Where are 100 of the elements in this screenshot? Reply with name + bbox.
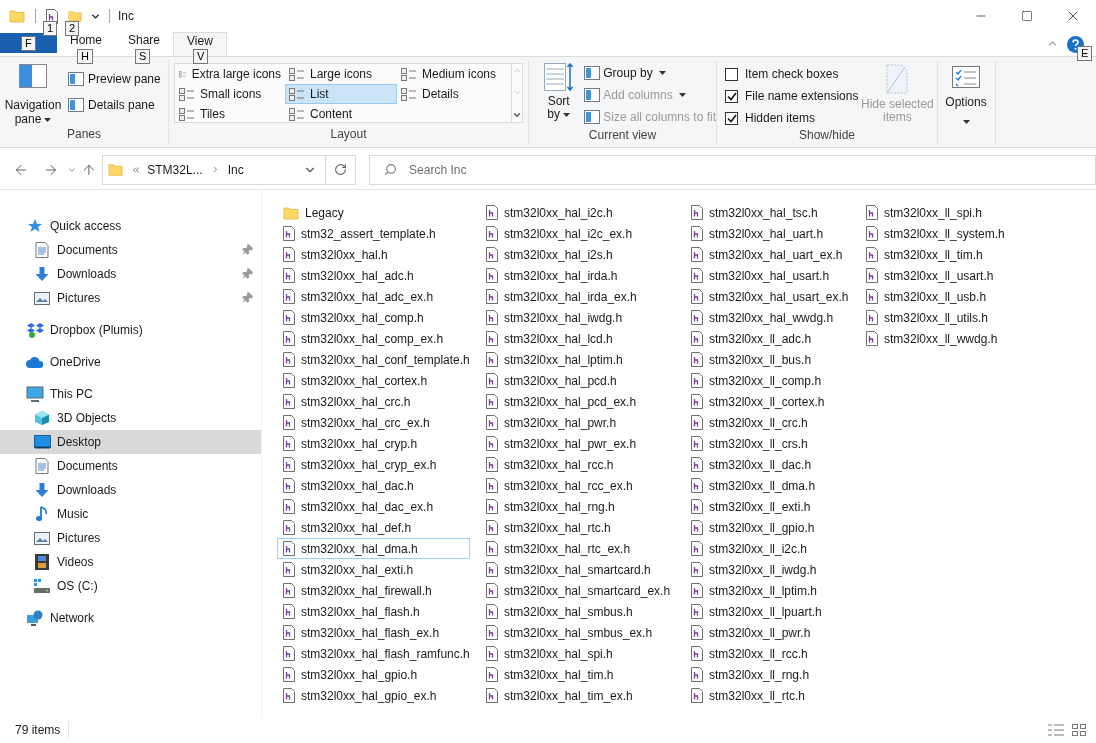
nav-item[interactable]: This PC <box>0 382 261 406</box>
search-field[interactable]: Search Inc <box>369 154 1096 185</box>
file-item[interactable]: stm32l0xx_hal_smartcard_ex.h <box>480 580 675 601</box>
file-item[interactable]: stm32l0xx_ll_lptim.h <box>685 580 850 601</box>
file-item[interactable]: stm32l0xx_ll_utils.h <box>860 307 1030 328</box>
large-icons-view-icon[interactable] <box>1072 724 1086 736</box>
checkbox[interactable] <box>725 111 738 125</box>
nav-item[interactable]: Pictures <box>0 526 261 550</box>
file-item[interactable]: stm32l0xx_ll_spi.h <box>860 202 1030 223</box>
file-item[interactable]: stm32l0xx_ll_exti.h <box>685 496 850 517</box>
breadcrumb[interactable]: STM32L... <box>147 160 203 179</box>
file-item[interactable]: stm32l0xx_hal_usart.h <box>685 265 850 286</box>
file-item[interactable]: stm32_assert_template.h <box>277 223 470 244</box>
file-item[interactable]: stm32l0xx_ll_crc.h <box>685 412 850 433</box>
file-item[interactable]: stm32l0xx_hal_rtc_ex.h <box>480 538 675 559</box>
checkbox[interactable] <box>725 89 738 103</box>
nav-item[interactable]: Documents <box>0 454 261 478</box>
file-item[interactable]: stm32l0xx_hal_rcc_ex.h <box>480 475 675 496</box>
layout-option[interactable]: Extra large icons <box>175 64 285 84</box>
file-item[interactable]: stm32l0xx_hal_rcc.h <box>480 454 675 475</box>
current-view-button[interactable]: Group by <box>584 63 716 83</box>
file-item[interactable]: stm32l0xx_hal_i2c.h <box>480 202 675 223</box>
nav-item[interactable]: Documents <box>0 238 261 262</box>
file-item[interactable]: stm32l0xx_hal_i2s.h <box>480 244 675 265</box>
file-item[interactable]: stm32l0xx_hal_smartcard.h <box>480 559 675 580</box>
file-item[interactable]: stm32l0xx_hal_dac_ex.h <box>277 496 470 517</box>
nav-item[interactable]: Pictures <box>0 286 261 310</box>
file-item[interactable]: stm32l0xx_hal_spi.h <box>480 643 675 664</box>
file-item[interactable]: stm32l0xx_hal_exti.h <box>277 559 470 580</box>
file-item[interactable]: stm32l0xx_hal_conf_template.h <box>277 349 470 370</box>
pane-toggle-button[interactable]: Preview pane <box>66 69 163 89</box>
nav-item[interactable]: OS (C:) <box>0 574 261 598</box>
file-item[interactable]: stm32l0xx_hal_tim.h <box>480 664 675 685</box>
file-item[interactable]: stm32l0xx_hal_cortex.h <box>277 370 470 391</box>
address-field[interactable]: STM32L... Inc <box>102 154 327 185</box>
file-item[interactable]: stm32l0xx_hal_iwdg.h <box>480 307 675 328</box>
file-item[interactable]: stm32l0xx_hal_i2c_ex.h <box>480 223 675 244</box>
file-item[interactable]: stm32l0xx_hal_comp.h <box>277 307 470 328</box>
file-item[interactable]: stm32l0xx_hal_pcd_ex.h <box>480 391 675 412</box>
file-item[interactable]: stm32l0xx_ll_cortex.h <box>685 391 850 412</box>
file-item[interactable]: stm32l0xx_hal_def.h <box>277 517 470 538</box>
file-item[interactable]: stm32l0xx_ll_iwdg.h <box>685 559 850 580</box>
nav-item[interactable]: Dropbox (Plumis) <box>0 318 261 342</box>
file-item[interactable]: stm32l0xx_ll_i2c.h <box>685 538 850 559</box>
layout-option[interactable]: Tiles <box>175 104 285 124</box>
layout-option[interactable]: Content <box>285 104 397 124</box>
file-item[interactable]: stm32l0xx_ll_rcc.h <box>685 643 850 664</box>
file-item[interactable]: stm32l0xx_hal_dma.h <box>277 538 470 559</box>
file-item[interactable]: stm32l0xx_hal_cryp_ex.h <box>277 454 470 475</box>
breadcrumb[interactable]: Inc <box>227 160 244 179</box>
file-item[interactable]: stm32l0xx_hal_crc_ex.h <box>277 412 470 433</box>
checkbox[interactable] <box>725 67 738 81</box>
file-item[interactable]: stm32l0xx_hal_adc_ex.h <box>277 286 470 307</box>
file-item[interactable]: stm32l0xx_hal_crc.h <box>277 391 470 412</box>
file-item[interactable]: stm32l0xx_ll_rng.h <box>685 664 850 685</box>
file-item[interactable]: stm32l0xx_hal_wwdg.h <box>685 307 850 328</box>
file-item[interactable]: stm32l0xx_hal_rtc.h <box>480 517 675 538</box>
nav-item[interactable]: Network <box>0 606 261 630</box>
file-item[interactable]: stm32l0xx_ll_gpio.h <box>685 517 850 538</box>
file-item[interactable]: stm32l0xx_hal_usart_ex.h <box>685 286 850 307</box>
file-item[interactable]: stm32l0xx_hal_tim_ex.h <box>480 685 675 706</box>
file-item[interactable]: stm32l0xx_hal_firewall.h <box>277 580 470 601</box>
layout-option[interactable]: Large icons <box>285 64 397 84</box>
file-item[interactable]: stm32l0xx_hal_flash.h <box>277 601 470 622</box>
file-item[interactable]: stm32l0xx_hal_smbus_ex.h <box>480 622 675 643</box>
file-item[interactable]: stm32l0xx_ll_rtc.h <box>685 685 850 706</box>
nav-item[interactable]: Music <box>0 502 261 526</box>
file-item[interactable]: stm32l0xx_hal_uart.h <box>685 223 850 244</box>
layout-option[interactable]: Details <box>397 84 511 104</box>
navigation-pane-button[interactable]: Navigation pane <box>0 60 66 126</box>
file-item[interactable]: stm32l0xx_ll_usart.h <box>860 265 1030 286</box>
file-item[interactable]: stm32l0xx_hal_smbus.h <box>480 601 675 622</box>
nav-item[interactable]: Downloads <box>0 478 261 502</box>
nav-item[interactable]: Downloads <box>0 262 261 286</box>
file-item[interactable]: stm32l0xx_ll_system.h <box>860 223 1030 244</box>
file-item[interactable]: stm32l0xx_hal_rng.h <box>480 496 675 517</box>
nav-item[interactable]: Videos <box>0 550 261 574</box>
layout-option[interactable]: Small icons <box>175 84 285 104</box>
options-button[interactable]: Options <box>938 60 994 128</box>
nav-item[interactable]: Desktop <box>0 430 261 454</box>
file-item[interactable]: stm32l0xx_hal_flash_ex.h <box>277 622 470 643</box>
file-item[interactable]: stm32l0xx_hal_tsc.h <box>685 202 850 223</box>
file-item[interactable]: stm32l0xx_hal_cryp.h <box>277 433 470 454</box>
file-item[interactable]: Legacy <box>277 202 470 223</box>
layout-option[interactable]: List <box>285 84 397 104</box>
file-item[interactable]: stm32l0xx_hal_pwr.h <box>480 412 675 433</box>
file-item[interactable]: stm32l0xx_hal_lptim.h <box>480 349 675 370</box>
file-item[interactable]: stm32l0xx_ll_usb.h <box>860 286 1030 307</box>
file-item[interactable]: stm32l0xx_hal_adc.h <box>277 265 470 286</box>
file-item[interactable]: stm32l0xx_hal_pcd.h <box>480 370 675 391</box>
refresh-button[interactable] <box>326 154 357 185</box>
file-item[interactable]: stm32l0xx_ll_tim.h <box>860 244 1030 265</box>
file-item[interactable]: stm32l0xx_ll_pwr.h <box>685 622 850 643</box>
file-item[interactable]: stm32l0xx_hal_dac.h <box>277 475 470 496</box>
file-item[interactable]: stm32l0xx_hal_pwr_ex.h <box>480 433 675 454</box>
pane-toggle-button[interactable]: Details pane <box>66 95 163 115</box>
file-item[interactable]: stm32l0xx_ll_dma.h <box>685 475 850 496</box>
file-item[interactable]: stm32l0xx_ll_adc.h <box>685 328 850 349</box>
file-item[interactable]: stm32l0xx_ll_wwdg.h <box>860 328 1030 349</box>
file-item[interactable]: stm32l0xx_hal_uart_ex.h <box>685 244 850 265</box>
